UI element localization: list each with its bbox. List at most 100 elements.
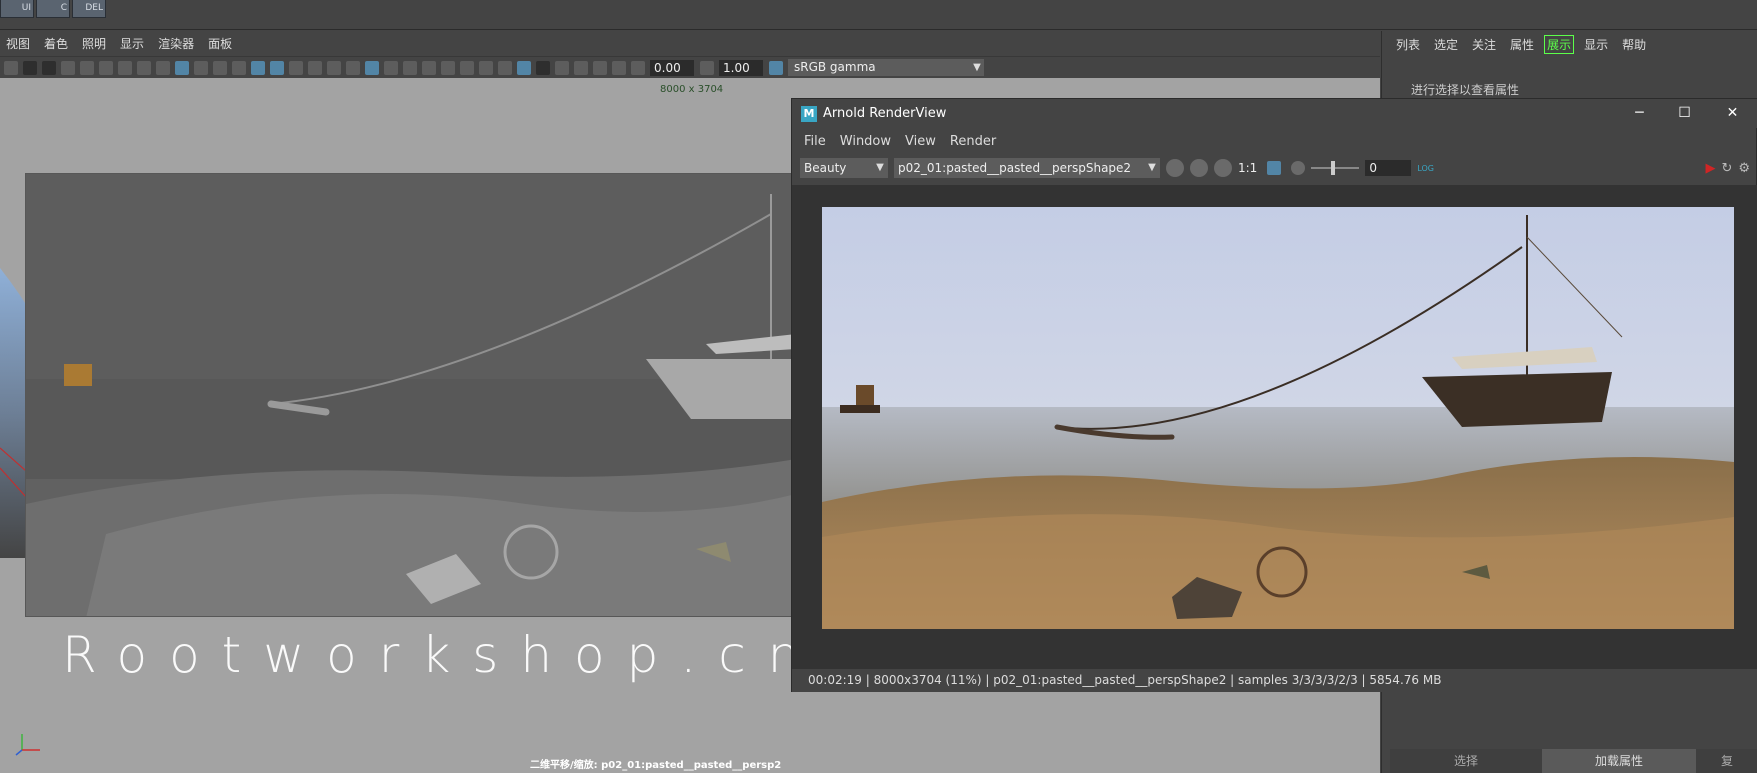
- menu-render[interactable]: Render: [950, 134, 996, 149]
- menu-attributes[interactable]: 属性: [1510, 36, 1534, 53]
- menu-view-rv[interactable]: View: [905, 134, 936, 149]
- isolate-select-icon[interactable]: [555, 60, 569, 75]
- tab-select[interactable]: 选择: [1390, 749, 1542, 773]
- grid-icon[interactable]: [213, 60, 227, 75]
- film-gate-icon[interactable]: [232, 60, 246, 75]
- two-d-pan-icon[interactable]: [99, 60, 113, 75]
- renderview-toolbar: Beauty ▼ p02_01:pasted__pasted__perspSha…: [792, 154, 1757, 182]
- tab-load-attributes[interactable]: 加载属性: [1542, 749, 1696, 773]
- menu-help[interactable]: 帮助: [1622, 36, 1646, 53]
- gamma-icon[interactable]: [700, 60, 714, 75]
- exposure-field[interactable]: 0.00: [650, 59, 694, 76]
- shelf-c-button[interactable]: C: [36, 0, 70, 18]
- default-material-icon[interactable]: [384, 60, 398, 75]
- chevron-down-icon: ▼: [876, 162, 884, 173]
- region-crop-icon[interactable]: [1267, 161, 1282, 175]
- bookmark-flag-icon[interactable]: [137, 60, 151, 75]
- safe-title-icon[interactable]: [327, 60, 341, 75]
- xray-joints-icon[interactable]: [593, 60, 607, 75]
- grease-pencil-2-icon[interactable]: [194, 60, 208, 75]
- xray-components-icon[interactable]: [612, 60, 626, 75]
- safe-action-icon[interactable]: [308, 60, 322, 75]
- menu-window[interactable]: Window: [840, 134, 891, 149]
- anti-aliasing-icon[interactable]: [517, 60, 531, 75]
- menu-file[interactable]: File: [804, 134, 826, 149]
- exposure-slider[interactable]: [1311, 161, 1360, 175]
- render-status-bar: 00:02:19 | 8000x3704 (11%) | p02_01:past…: [792, 668, 1757, 692]
- grease-pencil-icon[interactable]: [118, 60, 132, 75]
- textured-icon[interactable]: [422, 60, 436, 75]
- window-titlebar[interactable]: M Arnold RenderView ─ ☐ ✕: [792, 99, 1757, 128]
- lights-icon[interactable]: [441, 60, 455, 75]
- resolution-label: 8000 x 3704: [660, 84, 724, 95]
- render-scene: [822, 207, 1734, 629]
- motion-blur-icon[interactable]: [498, 60, 512, 75]
- pan-zoom-active-icon[interactable]: [175, 60, 189, 75]
- camera-dropdown[interactable]: p02_01:pasted__pasted__perspShape2 ▼: [894, 158, 1160, 178]
- xray-icon[interactable]: [574, 60, 588, 75]
- attribute-editor-menu: 列表 选定 关注 属性 展示 显示 帮助: [1382, 31, 1757, 57]
- viewport-menubar: 视图 着色 照明 显示 渲染器 面板: [0, 31, 1380, 57]
- field-chart-icon[interactable]: [289, 60, 303, 75]
- tab-copy[interactable]: 复: [1696, 749, 1757, 773]
- menu-shading[interactable]: 着色: [44, 35, 68, 52]
- maximize-button[interactable]: ☐: [1662, 99, 1707, 128]
- smooth-shade-icon[interactable]: [365, 60, 379, 75]
- shelf-ui-button[interactable]: UI: [0, 0, 34, 18]
- selection-hint: 进行选择以查看属性: [1411, 83, 1520, 97]
- gamma-field[interactable]: 1.00: [719, 59, 763, 76]
- image-plane-icon[interactable]: [80, 60, 94, 75]
- color-management-icon[interactable]: [769, 60, 783, 75]
- render-play-icon[interactable]: ▶: [1705, 161, 1715, 176]
- chevron-down-icon: ▼: [1148, 162, 1156, 173]
- select-camera-icon[interactable]: [4, 60, 18, 75]
- ratio-button[interactable]: 1:1: [1238, 161, 1257, 175]
- aov-dropdown[interactable]: Beauty ▼: [800, 158, 888, 178]
- camera-label: 二维平移/缩放: p02_01:pasted__pasted__persp2: [530, 760, 782, 771]
- log-icon[interactable]: LOG: [1417, 164, 1434, 173]
- minimize-button[interactable]: ─: [1617, 99, 1662, 128]
- menu-display[interactable]: 显示: [1584, 36, 1608, 53]
- resolution-gate: [25, 173, 795, 617]
- maya-logo-icon: M: [801, 105, 817, 122]
- menu-focus[interactable]: 关注: [1472, 36, 1496, 53]
- window-title: Arnold RenderView: [823, 106, 947, 121]
- color-space-label: sRGB gamma: [794, 60, 876, 74]
- rgb-channel-icon[interactable]: [1190, 159, 1208, 177]
- exposure-value-field[interactable]: 0: [1365, 160, 1412, 176]
- render-canvas[interactable]: [792, 185, 1757, 668]
- exposure-slider-handle[interactable]: [1331, 161, 1336, 175]
- pan-zoom-icon[interactable]: [156, 60, 170, 75]
- wireframe-on-shaded-icon[interactable]: [403, 60, 417, 75]
- shadows-icon[interactable]: [460, 60, 474, 75]
- menu-selected[interactable]: 选定: [1434, 36, 1458, 53]
- bookmark-icon[interactable]: [42, 60, 56, 75]
- attribute-editor-tabs: 选择 加载属性 复: [1390, 749, 1757, 773]
- color-space-dropdown[interactable]: sRGB gamma ▼: [788, 59, 984, 76]
- wireframe-icon[interactable]: [346, 60, 360, 75]
- menu-list[interactable]: 列表: [1396, 36, 1420, 53]
- refresh-icon[interactable]: ↻: [1721, 161, 1732, 176]
- renderview-menubar: File Window View Render: [792, 128, 1757, 154]
- menu-view[interactable]: 视图: [6, 35, 30, 52]
- menu-lighting[interactable]: 照明: [82, 35, 106, 52]
- menu-renderer[interactable]: 渲染器: [158, 35, 194, 52]
- menu-panels[interactable]: 面板: [208, 35, 232, 52]
- shelf-del-button[interactable]: DEL: [72, 0, 106, 18]
- camera-dropdown-label: p02_01:pasted__pasted__perspShape2: [898, 161, 1132, 175]
- aov-label: Beauty: [804, 161, 847, 175]
- display-mode-icon[interactable]: [1166, 159, 1184, 177]
- gate-mask-icon[interactable]: [270, 60, 284, 75]
- menu-show-active[interactable]: 展示: [1544, 34, 1575, 54]
- camera-attributes-icon[interactable]: [61, 60, 75, 75]
- close-button[interactable]: ✕: [1710, 99, 1755, 128]
- resolution-gate-icon[interactable]: [251, 60, 265, 75]
- exposure-icon[interactable]: [631, 60, 645, 75]
- chevron-down-icon: ▼: [973, 62, 981, 73]
- color-correct-icon[interactable]: [1214, 159, 1232, 177]
- lock-camera-icon[interactable]: [23, 60, 37, 75]
- menu-show[interactable]: 显示: [120, 35, 144, 52]
- depth-of-field-icon[interactable]: [536, 60, 550, 75]
- screen-space-ao-icon[interactable]: [479, 60, 493, 75]
- gear-icon[interactable]: ⚙: [1738, 161, 1750, 176]
